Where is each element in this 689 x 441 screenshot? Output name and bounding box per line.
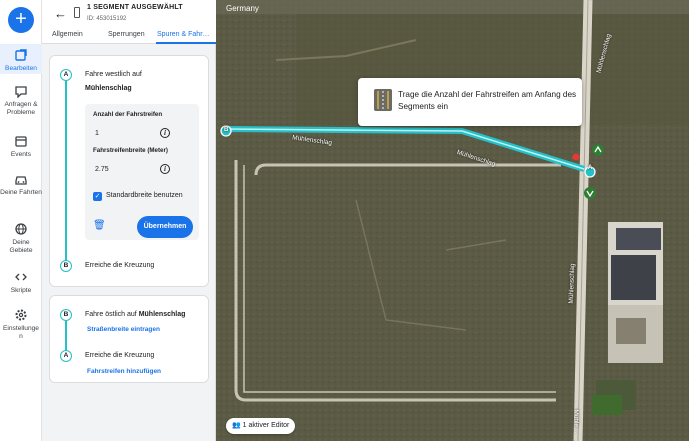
end-text: Erreiche die Kreuzung [85,262,155,269]
tab-lanes[interactable]: Spuren & Fahr… [157,31,210,38]
step-b-marker: B [60,309,72,321]
globe-icon [15,223,27,235]
active-editors-pill[interactable]: 👥 1 aktiver Editor [226,418,296,434]
lane-width-label: Fahrstreifenbreite (Meter) [93,147,168,154]
street-label: Mühle… [572,409,581,434]
lanes-count-label: Anzahl der Fahrstreifen [93,111,163,118]
rail-label-scripts: Skripte [10,287,32,294]
add-street-width-link[interactable]: Straßenbreite eintragen [87,326,160,333]
step-a-marker: A [60,69,72,81]
tab-general[interactable]: Allgemein [52,31,83,38]
gear-icon [15,309,27,321]
rail-item-edit[interactable]: Bearbeiten [0,44,42,74]
lanes-icon [374,89,392,111]
tab-closures[interactable]: Sperrungen [108,31,145,38]
requests-icon [15,86,27,98]
street-label: Mühlenschlag [567,263,577,304]
direction-text-row: Fahre östlich auf Mühlenschlag [85,311,185,318]
rail-label-requests: Anfragen & Probleme [4,101,38,116]
back-arrow-icon[interactable]: ← [54,6,67,21]
lane-settings-box: Anzahl der Fahrstreifen 1 i Fahrstreifen… [85,104,199,240]
node-a-label: A [588,165,593,171]
rail-label-drives: Deine Fahrten [0,189,42,196]
apply-button[interactable]: Übernehmen [137,216,193,238]
step-b-marker: B [60,260,72,272]
tab-bar: Allgemein Sperrungen Spuren & Fahr… [42,28,216,44]
left-rail: + Bearbeiten Anfragen & Probleme Events … [0,0,42,441]
segment-panel: ← 1 SEGMENT AUSGEWÄHLT ID: 453015192 All… [42,0,216,441]
rail-item-settings[interactable]: Einstellungen [0,308,42,341]
rail-label-events: Events [10,151,32,158]
map-view[interactable]: Germany Mühlenschlag Mühlenschlag Mühlen… [216,0,689,441]
rail-item-drives[interactable]: Deine Fahrten [0,172,42,197]
step-a-marker: A [60,350,72,362]
node-b-label: B [224,127,229,133]
active-tab-indicator [156,42,216,44]
street-name: Mühlenschlag [138,311,186,318]
code-icon [15,273,27,281]
panel-header: ← 1 SEGMENT AUSGEWÄHLT ID: 453015192 [42,0,216,28]
rail-item-scripts[interactable]: Skripte [0,270,42,295]
calendar-icon [15,136,27,147]
lanes-count-input[interactable]: 1 [95,130,99,137]
add-lanes-link[interactable]: Fahrstreifen hinzufügen [87,368,161,375]
lane-width-input[interactable]: 2.75 [95,166,109,173]
rail-item-areas[interactable]: Deine Gebiete [0,222,42,255]
satellite-imagery [216,0,689,441]
info-icon[interactable]: i [160,128,170,138]
country-label: Germany [226,4,259,13]
direction-card-eastbound: B Fahre östlich auf Mühlenschlag Straßen… [49,295,209,383]
default-width-checkbox[interactable]: ✓ [93,192,102,201]
edit-segment-icon [15,49,27,61]
direction-line [65,75,67,263]
direction-text: Fahre westlich auf [85,71,142,78]
rail-label-areas: Deine Gebiete [9,239,33,254]
direction-text: Fahre östlich auf [85,311,137,318]
rail-label-edit: Bearbeiten [5,65,37,72]
delete-icon[interactable]: 🗑 [93,220,106,231]
active-editors-label: 1 aktiver Editor [242,422,290,429]
rail-label-settings: Einstellungen [3,325,39,340]
lanes-tooltip: Trage die Anzahl der Fahrstreifen am Anf… [358,78,582,126]
editors-icon: 👥 [232,422,241,429]
rail-item-events[interactable]: Events [0,134,42,159]
info-icon[interactable]: i [160,164,170,174]
segment-id: ID: 453015192 [87,16,127,22]
street-name: Mühlenschlag [85,85,132,92]
selection-title: 1 SEGMENT AUSGEWÄHLT [87,4,183,11]
segment-icon [74,7,80,18]
rail-item-requests[interactable]: Anfragen & Probleme [0,84,42,117]
tooltip-text: Trage die Anzahl der Fahrstreifen am Anf… [398,90,577,111]
default-width-label: Standardbreite benutzen [106,192,183,199]
direction-card-westbound: A Fahre westlich auf Mühlenschlag Anzahl… [49,55,209,287]
add-button[interactable]: + [8,7,34,33]
car-icon [15,176,27,185]
end-text: Erreiche die Kreuzung [85,352,155,359]
